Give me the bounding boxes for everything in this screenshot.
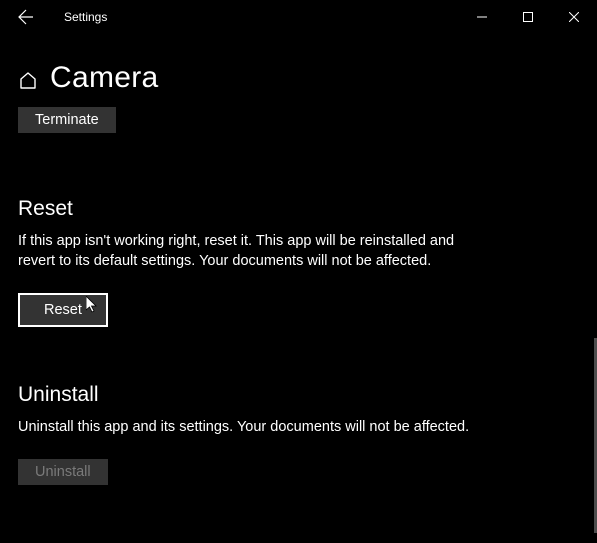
- maximize-icon: [523, 12, 533, 22]
- maximize-button[interactable]: [505, 0, 551, 33]
- uninstall-description: Uninstall this app and its settings. You…: [18, 417, 488, 437]
- close-icon: [569, 12, 579, 22]
- minimize-button[interactable]: [459, 0, 505, 33]
- reset-heading: Reset: [18, 197, 579, 221]
- titlebar: Settings: [0, 0, 597, 33]
- back-arrow-icon: [18, 9, 34, 25]
- content-area: Camera Terminate Reset If this app isn't…: [0, 33, 597, 543]
- uninstall-button: Uninstall: [18, 459, 108, 485]
- page-header: Camera: [18, 49, 579, 107]
- window-controls: [459, 0, 597, 33]
- reset-button[interactable]: Reset: [18, 293, 108, 327]
- terminate-section: Terminate: [18, 107, 579, 133]
- close-button[interactable]: [551, 0, 597, 33]
- terminate-button[interactable]: Terminate: [18, 107, 116, 133]
- reset-description: If this app isn't working right, reset i…: [18, 231, 488, 271]
- minimize-icon: [477, 12, 487, 22]
- home-icon: [18, 70, 38, 90]
- reset-section: Reset If this app isn't working right, r…: [18, 197, 579, 327]
- uninstall-section: Uninstall Uninstall this app and its set…: [18, 383, 579, 485]
- page-title: Camera: [50, 61, 159, 95]
- back-button[interactable]: [10, 1, 42, 33]
- window-title: Settings: [64, 10, 107, 24]
- uninstall-heading: Uninstall: [18, 383, 579, 407]
